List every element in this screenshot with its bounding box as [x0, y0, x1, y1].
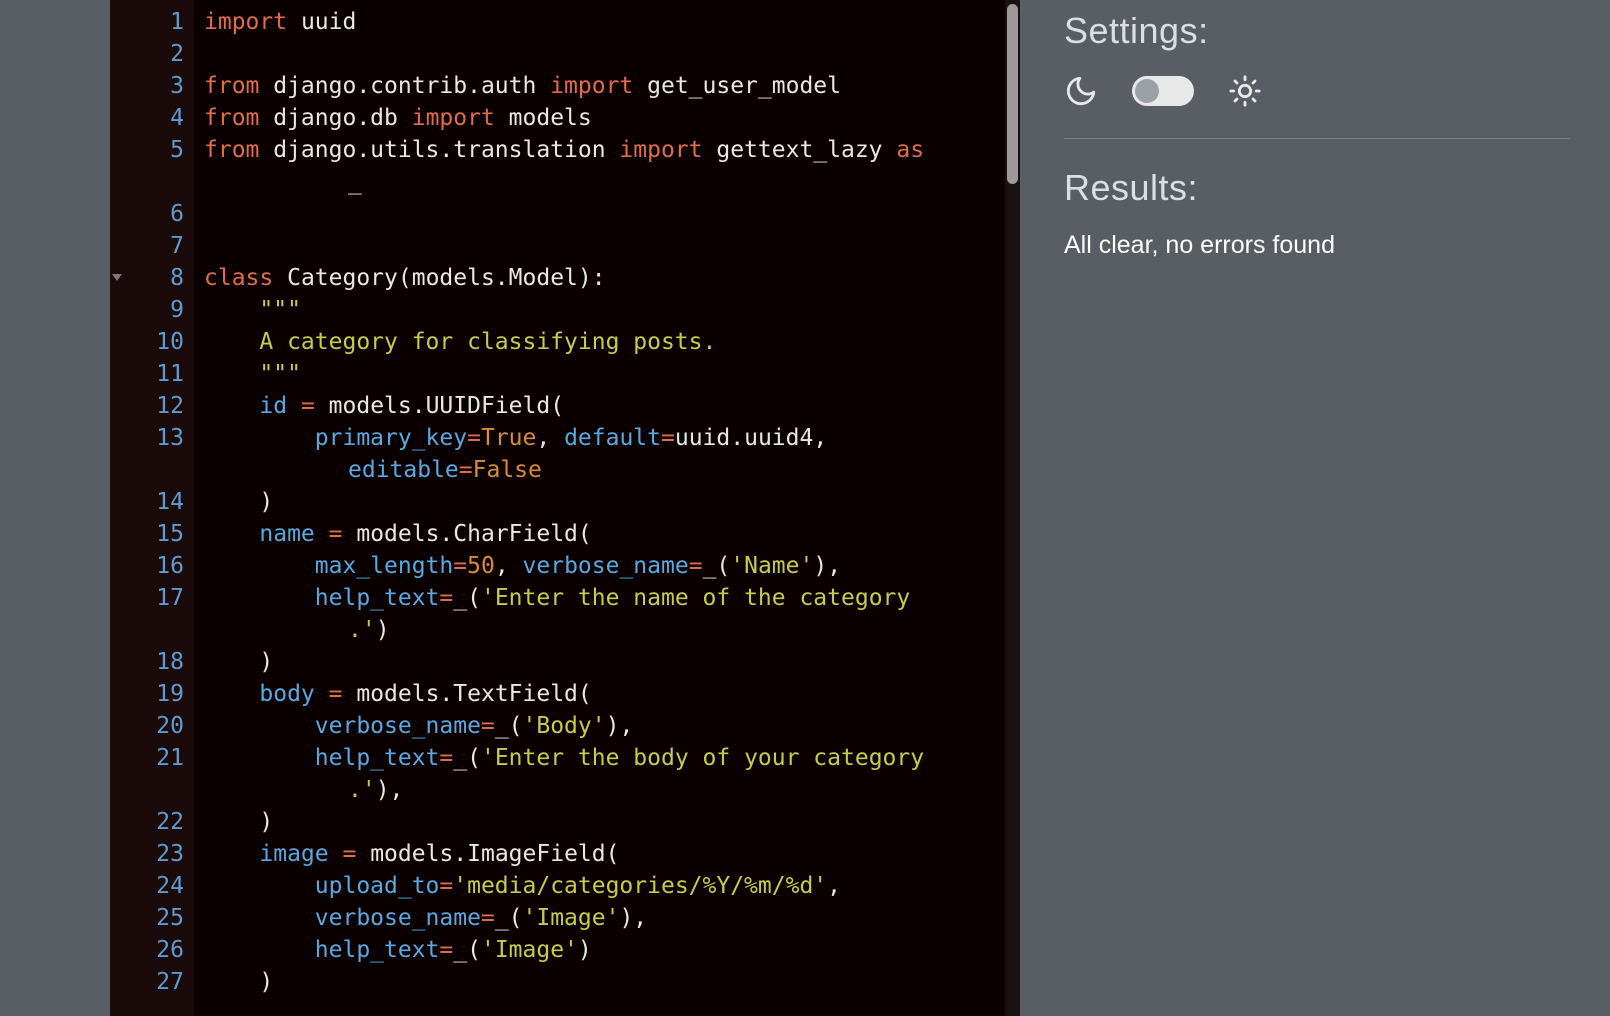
line-number: 26 [110, 934, 184, 966]
code-line[interactable]: ) [204, 646, 1020, 678]
code-line[interactable]: id = models.UUIDField( [204, 390, 1020, 422]
code-line[interactable]: .') [204, 614, 1020, 646]
code-line[interactable]: name = models.CharField( [204, 518, 1020, 550]
code-line[interactable] [204, 198, 1020, 230]
line-number: 5 [110, 134, 184, 166]
app-root: 1234567891011121314151617181920212223242… [0, 0, 1610, 1016]
line-number: 17 [110, 582, 184, 614]
line-number: 7 [110, 230, 184, 262]
line-number [110, 774, 184, 806]
line-number: 16 [110, 550, 184, 582]
results-heading: Results: [1064, 167, 1570, 209]
line-number: 25 [110, 902, 184, 934]
scrollbar-track[interactable] [1005, 0, 1020, 1016]
code-line[interactable]: help_text=_('Enter the name of the categ… [204, 582, 1020, 614]
line-number: 12 [110, 390, 184, 422]
code-line[interactable]: A category for classifying posts. [204, 326, 1020, 358]
line-number: 11 [110, 358, 184, 390]
settings-heading: Settings: [1064, 10, 1570, 52]
code-line[interactable]: help_text=_('Enter the body of your cate… [204, 742, 1020, 774]
code-editor[interactable]: 1234567891011121314151617181920212223242… [110, 0, 1020, 1016]
theme-toggle[interactable] [1132, 76, 1194, 106]
line-number: 6 [110, 198, 184, 230]
code-line[interactable]: ) [204, 966, 1020, 998]
line-number [110, 166, 184, 198]
code-line[interactable]: from django.db import models [204, 102, 1020, 134]
code-line[interactable]: """ [204, 358, 1020, 390]
code-line[interactable]: ) [204, 806, 1020, 838]
line-number: 2 [110, 38, 184, 70]
code-line[interactable]: body = models.TextField( [204, 678, 1020, 710]
code-line[interactable]: primary_key=True, default=uuid.uuid4, [204, 422, 1020, 454]
line-number: 14 [110, 486, 184, 518]
line-number: 20 [110, 710, 184, 742]
code-line[interactable]: verbose_name=_('Body'), [204, 710, 1020, 742]
line-number: 13 [110, 422, 184, 454]
left-margin [0, 0, 110, 1016]
code-line[interactable]: ) [204, 486, 1020, 518]
line-number: 1 [110, 6, 184, 38]
code-line[interactable]: upload_to='media/categories/%Y/%m/%d', [204, 870, 1020, 902]
line-number: 21 [110, 742, 184, 774]
line-number: 23 [110, 838, 184, 870]
code-line[interactable]: .'), [204, 774, 1020, 806]
code-line[interactable]: editable=False [204, 454, 1020, 486]
line-number: 19 [110, 678, 184, 710]
theme-controls [1064, 74, 1570, 139]
line-number-gutter: 1234567891011121314151617181920212223242… [110, 0, 194, 1016]
line-number: 27 [110, 966, 184, 998]
code-line[interactable]: import uuid [204, 6, 1020, 38]
code-line[interactable]: verbose_name=_('Image'), [204, 902, 1020, 934]
line-number: 10 [110, 326, 184, 358]
line-number [110, 614, 184, 646]
line-number: 18 [110, 646, 184, 678]
side-panel: Settings: Results: All clear, no errors … [1020, 0, 1610, 1016]
code-line[interactable]: image = models.ImageField( [204, 838, 1020, 870]
code-line[interactable]: help_text=_('Image') [204, 934, 1020, 966]
code-line[interactable]: from django.utils.translation import get… [204, 134, 1020, 166]
scrollbar-thumb[interactable] [1007, 4, 1018, 184]
line-number: 24 [110, 870, 184, 902]
code-line[interactable]: max_length=50, verbose_name=_('Name'), [204, 550, 1020, 582]
code-line[interactable]: _ [204, 166, 1020, 198]
moon-icon [1064, 74, 1098, 108]
toggle-knob [1135, 79, 1159, 103]
code-area[interactable]: import uuid from django.contrib.auth impo… [194, 0, 1020, 1016]
code-line[interactable]: from django.contrib.auth import get_user… [204, 70, 1020, 102]
code-line[interactable] [204, 230, 1020, 262]
code-line[interactable] [204, 38, 1020, 70]
sun-icon [1228, 74, 1262, 108]
results-message: All clear, no errors found [1064, 231, 1570, 260]
line-number: 3 [110, 70, 184, 102]
line-number: 22 [110, 806, 184, 838]
line-number [110, 454, 184, 486]
line-number: 4 [110, 102, 184, 134]
code-line[interactable]: class Category(models.Model): [204, 262, 1020, 294]
code-line[interactable]: """ [204, 294, 1020, 326]
line-number: 15 [110, 518, 184, 550]
line-number: 8 [110, 262, 184, 294]
line-number: 9 [110, 294, 184, 326]
